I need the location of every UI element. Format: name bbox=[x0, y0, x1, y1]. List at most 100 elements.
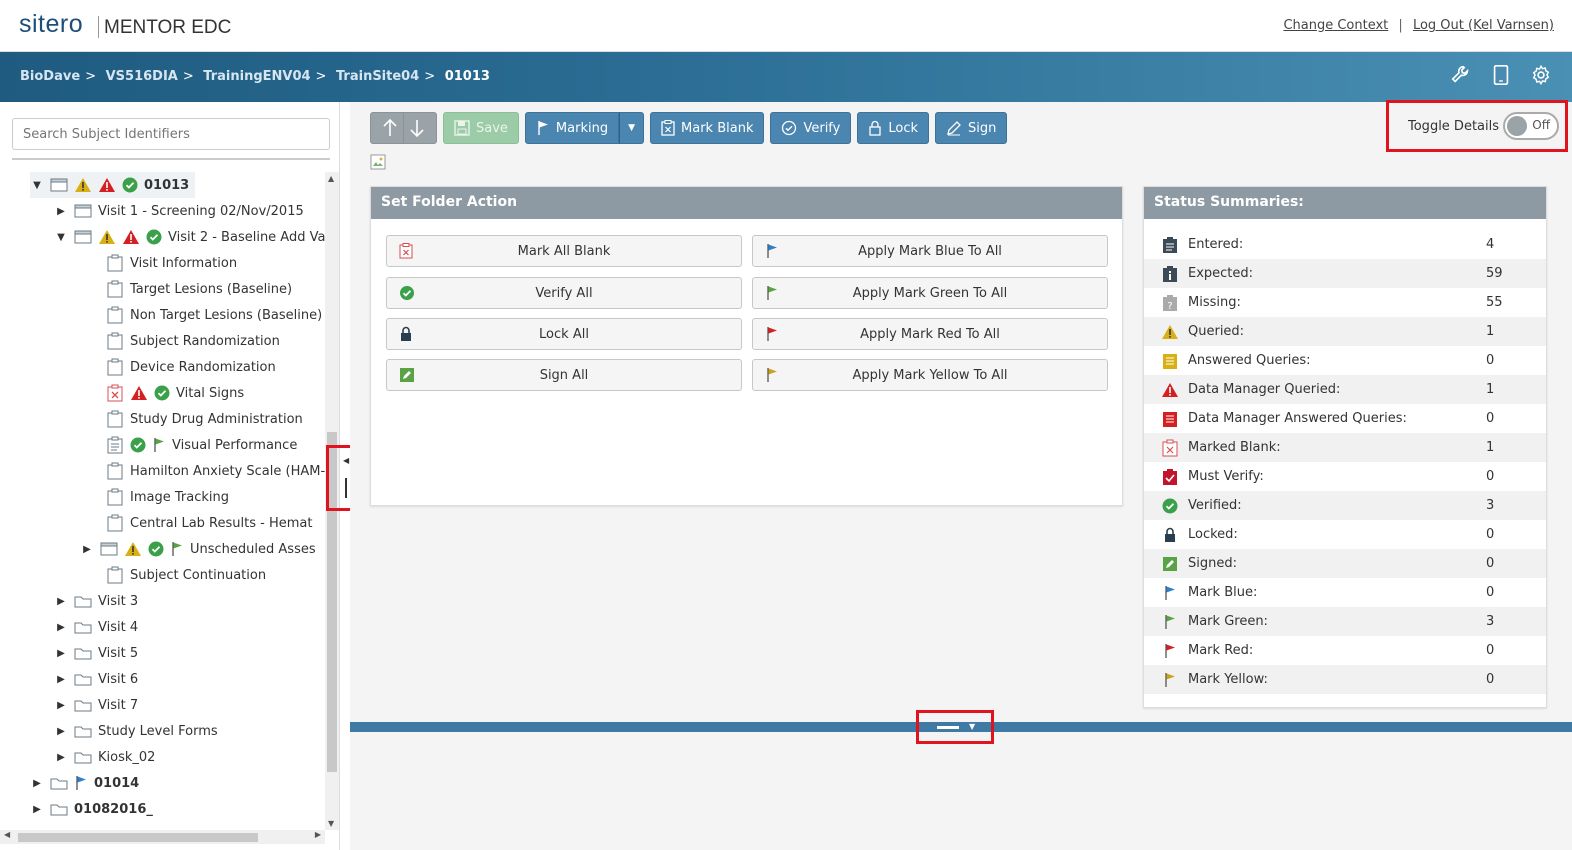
marking-button[interactable]: Marking bbox=[524, 112, 620, 144]
expand-arrow-icon[interactable]: ▶ bbox=[54, 622, 68, 633]
red-flag-icon bbox=[1160, 643, 1180, 659]
apply-mark-blue-button[interactable]: Apply Mark Blue To All bbox=[752, 235, 1108, 267]
arrow-down-icon[interactable] bbox=[404, 116, 430, 140]
marked-blank-icon bbox=[661, 120, 675, 136]
change-context-link[interactable]: Change Context bbox=[1283, 18, 1388, 33]
breadcrumb-sep: > bbox=[182, 69, 194, 84]
sign-button[interactable]: Sign bbox=[935, 112, 1008, 144]
collapse-arrow-icon[interactable]: ▼ bbox=[54, 232, 68, 243]
toggle-knob bbox=[1507, 116, 1527, 136]
marking-dropdown-button[interactable]: ▼ bbox=[619, 112, 645, 144]
gear-icon[interactable] bbox=[1530, 64, 1552, 86]
form-clipboard-icon bbox=[106, 566, 124, 584]
expand-down-icon[interactable]: ▼ bbox=[969, 722, 975, 731]
queried-warning-icon bbox=[1160, 324, 1180, 340]
expand-arrow-icon[interactable]: ▶ bbox=[30, 778, 44, 789]
tree-node-label: Study Drug Administration bbox=[130, 411, 303, 427]
tree-node-label: Visit 5 bbox=[98, 645, 139, 661]
status-label: Mark Red: bbox=[1188, 643, 1254, 658]
scroll-up-icon[interactable]: ▲ bbox=[328, 174, 334, 183]
entered-form-icon bbox=[106, 436, 124, 454]
logout-link[interactable]: Log Out (Kel Varnsen) bbox=[1413, 18, 1554, 33]
scrollbar-thumb[interactable] bbox=[18, 833, 258, 842]
tree-form-image-tracking[interactable]: Image Tracking bbox=[106, 484, 229, 510]
expand-arrow-icon[interactable]: ▶ bbox=[54, 206, 68, 217]
arrow-up-icon[interactable] bbox=[377, 116, 403, 140]
caret-down-icon: ▼ bbox=[628, 123, 636, 133]
expand-arrow-icon[interactable]: ▶ bbox=[30, 804, 44, 815]
product-name: MENTOR EDC bbox=[104, 17, 232, 38]
expand-arrow-icon[interactable]: ▶ bbox=[54, 752, 68, 763]
red-flag-icon bbox=[765, 326, 779, 346]
tree-node-visit-5[interactable]: ▶ Visit 5 bbox=[54, 640, 138, 666]
tree-form-hamilton-anxiety[interactable]: Hamilton Anxiety Scale (HAM-A bbox=[106, 458, 325, 484]
resize-grip[interactable] bbox=[345, 478, 347, 498]
scroll-down-icon[interactable]: ▼ bbox=[328, 819, 334, 828]
expand-arrow-icon[interactable]: ▶ bbox=[54, 700, 68, 711]
expand-arrow-icon[interactable]: ▶ bbox=[54, 674, 68, 685]
tree-node-visit-7[interactable]: ▶ Visit 7 bbox=[54, 692, 138, 718]
tree-form-target-lesions[interactable]: Target Lesions (Baseline) bbox=[106, 276, 292, 302]
apply-mark-red-button[interactable]: Apply Mark Red To All bbox=[752, 318, 1108, 350]
expand-arrow-icon[interactable]: ▶ bbox=[80, 544, 94, 555]
wrench-icon[interactable] bbox=[1450, 64, 1472, 86]
scroll-right-icon[interactable]: ▶ bbox=[315, 830, 321, 839]
lock-icon bbox=[1160, 527, 1180, 543]
subject-search-input[interactable] bbox=[12, 118, 330, 150]
tree-form-visual-performance[interactable]: Visual Performance bbox=[106, 432, 297, 458]
toggle-details-switch[interactable]: Off bbox=[1503, 112, 1559, 140]
apply-mark-yellow-button[interactable]: Apply Mark Yellow To All bbox=[752, 359, 1108, 391]
breadcrumb-item-sponsor[interactable]: BioDave bbox=[20, 69, 80, 84]
mark-all-blank-button[interactable]: Mark All Blank bbox=[386, 235, 742, 267]
tree-node-unscheduled-assessment[interactable]: ▶ Unscheduled Asses bbox=[80, 536, 316, 562]
logo: sitero bbox=[19, 10, 84, 38]
verified-check-icon bbox=[154, 385, 170, 401]
tree-form-study-drug-administration[interactable]: Study Drug Administration bbox=[106, 406, 303, 432]
verified-check-icon bbox=[148, 541, 164, 557]
tree-node-label: 01082016_ bbox=[74, 801, 153, 817]
tree-node-subject-01013[interactable]: ▼ 01013 bbox=[30, 172, 196, 198]
expand-arrow-icon[interactable]: ▶ bbox=[54, 596, 68, 607]
splitter-handle[interactable]: ▼ bbox=[916, 710, 994, 744]
verify-all-button[interactable]: Verify All bbox=[386, 277, 742, 309]
main-content: Save Marking ▼ Mark Blank Verify Lock Si… bbox=[350, 100, 1572, 850]
status-value: 1 bbox=[1486, 440, 1495, 455]
scroll-left-icon[interactable]: ◀ bbox=[4, 830, 10, 839]
collapse-arrow-icon[interactable]: ▼ bbox=[30, 180, 44, 191]
mark-blank-button[interactable]: Mark Blank bbox=[650, 112, 765, 144]
status-label: Queried: bbox=[1188, 324, 1245, 339]
tree-node-kiosk-02[interactable]: ▶ Kiosk_02 bbox=[54, 744, 155, 770]
breadcrumb-item-site[interactable]: TrainSite04 bbox=[336, 69, 419, 84]
lock-button[interactable]: Lock bbox=[857, 112, 930, 144]
apply-mark-green-button[interactable]: Apply Mark Green To All bbox=[752, 277, 1108, 309]
tree-node-study-level-forms[interactable]: ▶ Study Level Forms bbox=[54, 718, 218, 744]
expand-arrow-icon[interactable]: ▶ bbox=[54, 726, 68, 737]
tree-node-subject-01014[interactable]: ▶ 01014 bbox=[30, 770, 139, 796]
tree-node-visit-3[interactable]: ▶ Visit 3 bbox=[54, 588, 138, 614]
tree-form-vital-signs[interactable]: Vital Signs bbox=[106, 380, 244, 406]
lock-all-button[interactable]: Lock All bbox=[386, 318, 742, 350]
folder-icon bbox=[74, 672, 92, 686]
expand-arrow-icon[interactable]: ▶ bbox=[54, 648, 68, 659]
tree-horizontal-scrollbar[interactable]: ◀ ▶ bbox=[0, 830, 325, 844]
button-label: Mark All Blank bbox=[517, 243, 611, 259]
tree-form-subject-continuation[interactable]: Subject Continuation bbox=[106, 562, 266, 588]
tree-form-central-lab-results[interactable]: Central Lab Results - Hemat bbox=[106, 510, 312, 536]
tree-form-device-randomization[interactable]: Device Randomization bbox=[106, 354, 276, 380]
breadcrumb-item-environment[interactable]: TrainingENV04 bbox=[203, 69, 310, 84]
status-value: 0 bbox=[1486, 556, 1495, 571]
tablet-icon[interactable] bbox=[1490, 64, 1512, 86]
breadcrumb-item-study[interactable]: VS516DIA bbox=[106, 69, 178, 84]
tree-node-visit-6[interactable]: ▶ Visit 6 bbox=[54, 666, 138, 692]
tree-node-visit-2[interactable]: ▼ Visit 2 - Baseline Add Va bbox=[54, 224, 325, 250]
tree-node-subject-01082016[interactable]: ▶ 01082016_ bbox=[30, 796, 153, 822]
tree-form-visit-information[interactable]: Visit Information bbox=[106, 250, 237, 276]
tree-form-non-target-lesions[interactable]: Non Target Lesions (Baseline) bbox=[106, 302, 322, 328]
verify-button[interactable]: Verify bbox=[770, 112, 852, 144]
tree-node-visit-1[interactable]: ▶ Visit 1 - Screening 02/Nov/2015 bbox=[54, 198, 304, 224]
save-button[interactable]: Save bbox=[443, 112, 519, 144]
tree-form-subject-randomization[interactable]: Subject Randomization bbox=[106, 328, 280, 354]
sign-all-button[interactable]: Sign All bbox=[386, 359, 742, 391]
collapse-left-icon[interactable]: ◀ bbox=[343, 456, 349, 465]
tree-node-visit-4[interactable]: ▶ Visit 4 bbox=[54, 614, 138, 640]
